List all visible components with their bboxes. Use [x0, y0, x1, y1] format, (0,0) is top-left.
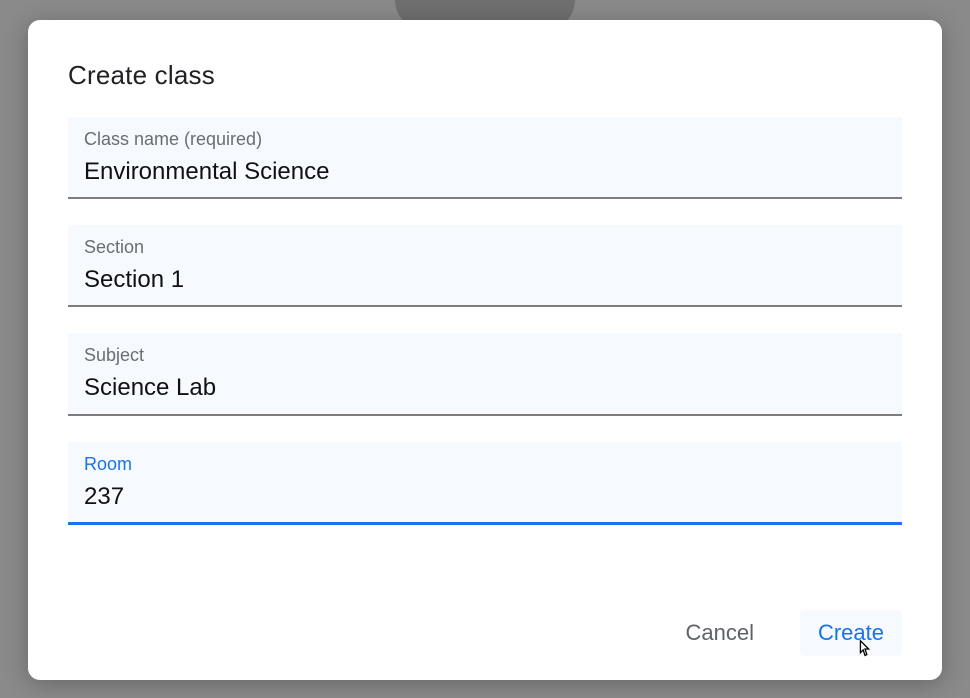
class-name-field[interactable]: Class name (required) [68, 117, 902, 199]
subject-field[interactable]: Subject [68, 333, 902, 415]
section-input[interactable] [84, 264, 886, 295]
room-label: Room [84, 454, 886, 475]
room-input[interactable] [84, 481, 886, 512]
section-label: Section [84, 237, 886, 258]
section-field[interactable]: Section [68, 225, 902, 307]
subject-input[interactable] [84, 372, 886, 403]
create-class-dialog: Create class Class name (required) Secti… [28, 20, 942, 680]
cancel-button[interactable]: Cancel [667, 610, 771, 656]
class-name-input[interactable] [84, 156, 886, 187]
room-field[interactable]: Room [68, 442, 902, 525]
subject-label: Subject [84, 345, 886, 366]
class-name-label: Class name (required) [84, 129, 886, 150]
dialog-actions: Cancel Create [68, 578, 902, 656]
create-button[interactable]: Create [800, 610, 902, 656]
fields-container: Class name (required) Section Subject Ro… [68, 117, 902, 578]
dialog-title: Create class [68, 60, 902, 91]
